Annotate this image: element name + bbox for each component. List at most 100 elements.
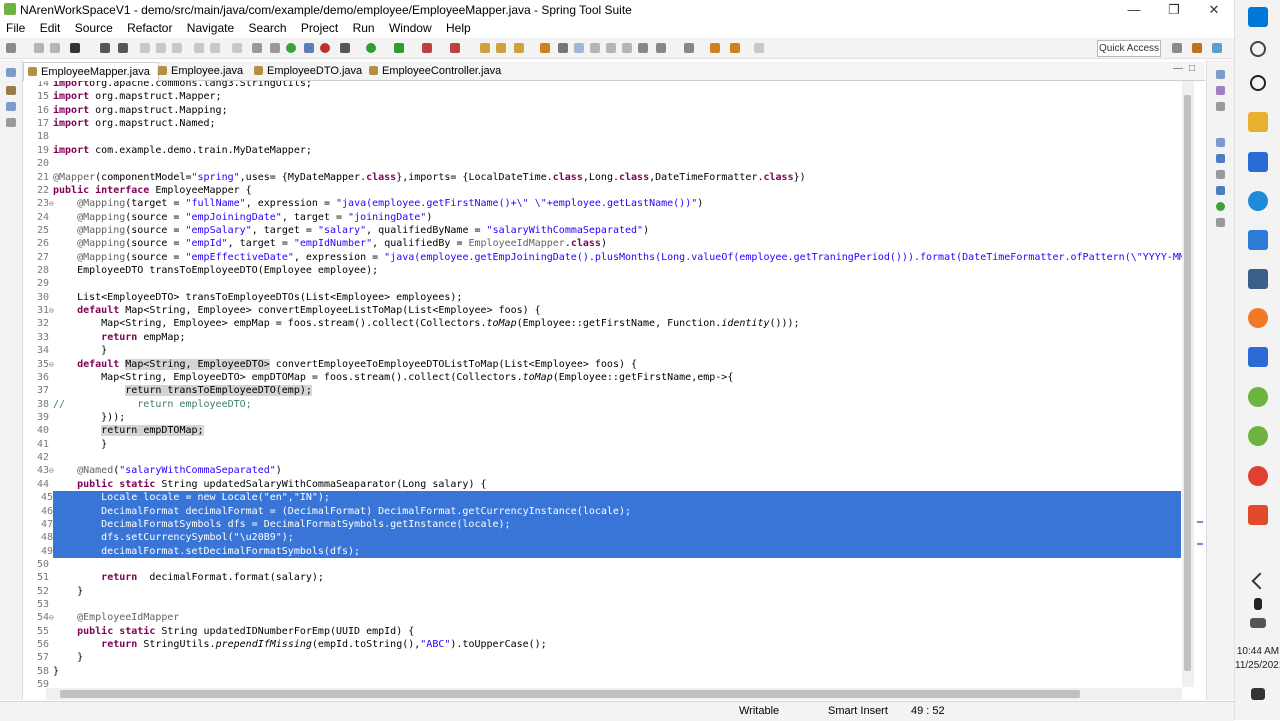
code-line[interactable]: 30 List<EmployeeDTO> transToEmployeeDTOs… <box>29 291 1181 304</box>
clock-date[interactable]: 11/25/2021 <box>1235 660 1280 671</box>
usb-device-icon[interactable] <box>1254 598 1262 610</box>
step-into-icon[interactable] <box>194 43 204 53</box>
menu-search[interactable]: Search <box>243 20 292 36</box>
code-line[interactable]: 29 <box>29 277 1181 290</box>
code-line[interactable]: 57 } <box>29 651 1181 664</box>
menu-edit[interactable]: Edit <box>34 20 66 36</box>
new-java-package-icon[interactable] <box>480 43 490 53</box>
toggle-block-selection-icon[interactable] <box>590 43 600 53</box>
skip-breakpoints-icon[interactable] <box>118 43 128 53</box>
run-icon[interactable] <box>366 43 376 53</box>
code-line[interactable]: 34 } <box>29 344 1181 357</box>
new-icon[interactable] <box>6 43 16 53</box>
maximize-button[interactable]: ❐ <box>1154 0 1194 20</box>
drop-to-frame-icon[interactable] <box>252 43 262 53</box>
chrome-icon[interactable] <box>1248 466 1268 486</box>
restore-icon[interactable] <box>1216 70 1225 79</box>
network-icon[interactable] <box>1250 618 1266 628</box>
code-line[interactable]: 55 public static String updatedIDNumberF… <box>29 625 1181 638</box>
back-icon[interactable] <box>710 43 720 53</box>
terminate-icon[interactable] <box>172 43 182 53</box>
screen-recorder-icon[interactable] <box>1248 505 1268 525</box>
code-line[interactable]: 14 importorg.apache.commons.lang3.StringU… <box>29 81 1181 90</box>
code-line[interactable]: 51 return decimalFormat.format(salary); <box>29 571 1181 584</box>
notifications-icon[interactable] <box>1251 688 1265 700</box>
menu-project[interactable]: Project <box>295 20 343 36</box>
spring-relaunch-icon[interactable] <box>320 43 330 53</box>
code-line[interactable]: 18 <box>29 130 1181 143</box>
previous-annotation-icon[interactable] <box>684 43 694 53</box>
step-return-icon[interactable] <box>232 43 242 53</box>
spring-perspective-icon[interactable] <box>1212 43 1222 53</box>
servers-icon[interactable] <box>6 118 16 127</box>
code-line[interactable]: 56 return StringUtils.prependIfMissing(e… <box>29 638 1181 651</box>
next-annotation-icon[interactable] <box>656 43 666 53</box>
open-type-icon[interactable] <box>514 43 524 53</box>
occurrence-marker[interactable] <box>1197 521 1203 523</box>
code-line[interactable]: 42 <box>29 451 1181 464</box>
stop-icon[interactable] <box>450 43 460 53</box>
restore-icon[interactable] <box>1216 138 1225 147</box>
external-tools-icon[interactable] <box>422 43 432 53</box>
toggle-highlight-icon[interactable] <box>574 43 584 53</box>
code-line[interactable]: 35 ⊖ default Map<String, EmployeeDTO> con… <box>29 358 1181 371</box>
package-explorer-icon[interactable] <box>6 86 16 95</box>
resume-icon[interactable] <box>140 43 150 53</box>
open-perspective-icon[interactable] <box>1172 43 1182 53</box>
store-icon[interactable] <box>1248 152 1268 172</box>
eclipse-icon[interactable] <box>1248 269 1268 289</box>
close-button[interactable]: ✕ <box>1194 0 1234 20</box>
horizontal-scrollbar[interactable] <box>46 688 1182 700</box>
postman-icon[interactable] <box>1248 308 1268 328</box>
code-line[interactable]: 22 public interface EmployeeMapper { <box>29 184 1181 197</box>
code-line[interactable]: 45 Locale locale = new Locale("en","IN")… <box>29 491 1181 505</box>
outline-icon[interactable] <box>1216 86 1225 95</box>
code-line[interactable]: 39 })); <box>29 411 1181 424</box>
word-wrap-icon[interactable] <box>622 43 632 53</box>
suspend-icon[interactable] <box>156 43 166 53</box>
minimize-button[interactable]: — <box>1114 0 1154 20</box>
code-line[interactable]: 25 @Mapping(source = "empSalary", target… <box>29 224 1181 237</box>
task-view-icon[interactable] <box>1250 75 1266 91</box>
status-cursor-position[interactable]: 49 : 52 <box>911 705 945 717</box>
code-line[interactable]: 41 } <box>29 438 1181 451</box>
code-line[interactable]: 21 @Mapper(componentModel="spring",uses= … <box>29 171 1181 184</box>
search-view-icon[interactable] <box>1216 218 1225 227</box>
code-line[interactable]: 15 import org.mapstruct.Mapper; <box>29 90 1181 103</box>
console-icon[interactable] <box>1216 170 1225 179</box>
progress-icon[interactable] <box>1216 186 1225 195</box>
spring-tool-suite-icon[interactable] <box>1248 426 1268 446</box>
coverage-icon[interactable] <box>394 43 404 53</box>
windows-start-icon[interactable] <box>1248 7 1268 27</box>
menu-file[interactable]: File <box>0 20 30 36</box>
code-line[interactable]: 36 Map<String, EmployeeDTO> empDTOMap = … <box>29 371 1181 384</box>
code-line[interactable]: 54 ⊖ @EmployeeIdMapper <box>29 611 1181 624</box>
code-line[interactable]: 37 return transToEmployeeDTO(emp); <box>29 384 1181 397</box>
menu-navigate[interactable]: Navigate <box>181 20 239 36</box>
code-line[interactable]: 31 ⊖ default Map<String, Employee> conver… <box>29 304 1181 317</box>
vertical-scrollbar[interactable] <box>1182 81 1194 687</box>
vscode-icon[interactable] <box>1248 230 1268 250</box>
task-list-icon[interactable] <box>1216 102 1225 111</box>
status-insert-mode[interactable]: Smart Insert <box>828 705 888 717</box>
code-line[interactable]: 49 decimalFormat.setDecimalFormatSymbols… <box>29 544 1181 558</box>
code-line[interactable]: 19 import com.example.demo.train.MyDateMa… <box>29 144 1181 157</box>
code-line[interactable]: 40 return empDTOMap; <box>29 424 1181 437</box>
code-line[interactable]: 53 <box>29 598 1181 611</box>
step-over-icon[interactable] <box>210 43 220 53</box>
java-ee-perspective-icon[interactable] <box>1192 43 1202 53</box>
code-line[interactable]: 24 @Mapping(source = "empJoiningDate", t… <box>29 211 1181 224</box>
code-line[interactable]: 28 EmployeeDTO transToEmployeeDTO(Employ… <box>29 264 1181 277</box>
save-all-icon[interactable] <box>50 43 60 53</box>
quick-access-input[interactable]: Quick Access <box>1097 40 1161 57</box>
tab-employeedto[interactable]: EmployeeDTO.java <box>254 62 362 80</box>
editor-maximize-icon[interactable]: □ <box>1189 63 1195 74</box>
spring-boot-dashboard-icon[interactable] <box>286 43 296 53</box>
tab-employee[interactable]: Employee.java <box>158 62 243 80</box>
code-line[interactable]: 58} <box>29 665 1181 678</box>
tab-employeecontroller[interactable]: EmployeeController.java <box>369 62 501 80</box>
toggle-mark-occurrences-icon[interactable] <box>304 43 314 53</box>
tab-employeemapper[interactable]: EmployeeMapper.java ☒ <box>23 62 167 81</box>
code-line[interactable]: 47 DecimalFormatSymbols dfs = DecimalFor… <box>29 517 1181 532</box>
code-line[interactable]: 43 ⊖ @Named("salaryWithCommaSeparated") <box>29 464 1181 477</box>
